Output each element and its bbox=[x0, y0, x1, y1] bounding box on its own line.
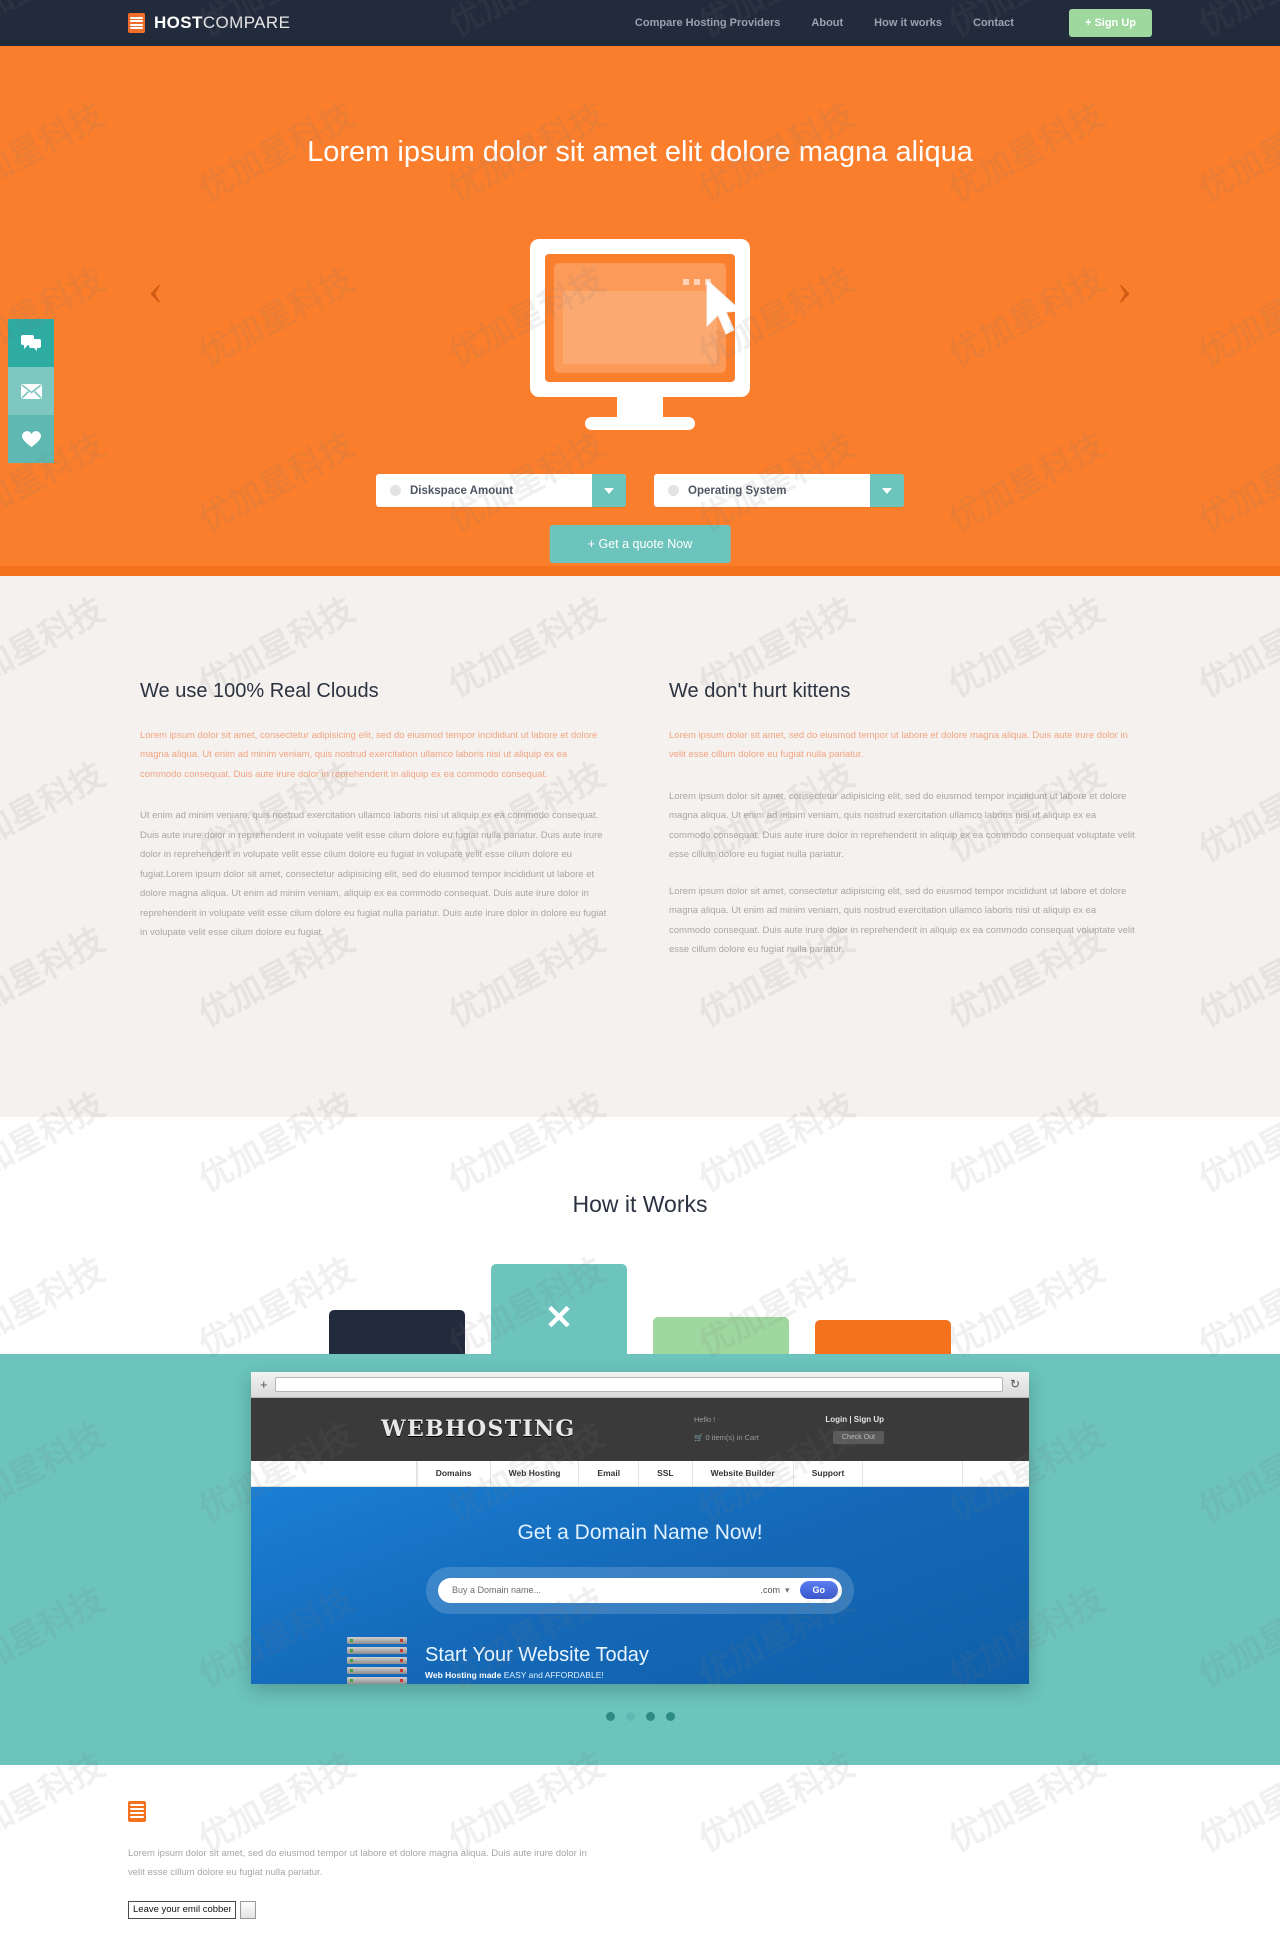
domain-search-go-button[interactable]: Go bbox=[799, 1581, 838, 1600]
screenshot-carousel: + ↻ WEBHOSTING Hello ! Login | Sign Up 🛒… bbox=[0, 1353, 1280, 1765]
browser-chrome-bar: + ↻ bbox=[251, 1371, 1029, 1398]
hero-search-form: Diskspace Amount Operating System bbox=[0, 474, 1280, 507]
diskspace-icon bbox=[390, 485, 401, 496]
webhosting-nav-web-hosting[interactable]: Web Hosting bbox=[491, 1460, 580, 1486]
webhosting-nav: Domains Web Hosting Email SSL Website Bu… bbox=[251, 1460, 1029, 1487]
footer-section: Lorem ipsum dolor sit amet, sed do eiusm… bbox=[0, 1764, 1280, 1959]
nav-item-how-it-works[interactable]: How it works bbox=[874, 17, 942, 29]
feature-column-left: We use 100% Real Clouds Lorem ipsum dolo… bbox=[140, 680, 611, 977]
new-tab-plus-icon[interactable]: + bbox=[260, 1377, 268, 1392]
monitor-illustration bbox=[530, 239, 750, 430]
carousel-next-arrow-icon[interactable]: › bbox=[1117, 266, 1132, 312]
feature-body-left: Ut enim ad minim veniam, quis nostrud ex… bbox=[140, 810, 607, 939]
heart-icon[interactable] bbox=[8, 415, 54, 463]
operating-system-select-label: Operating System bbox=[688, 484, 787, 497]
domain-search-input[interactable]: Buy a Domain name... bbox=[452, 1585, 760, 1595]
newsletter-form bbox=[128, 1900, 1280, 1919]
domain-search-bar[interactable]: Buy a Domain name... .com ▾ Go bbox=[438, 1577, 842, 1603]
features-section: We use 100% Real Clouds Lorem ipsum dolo… bbox=[0, 576, 1280, 1117]
logo-mark-icon bbox=[128, 13, 145, 33]
webhosting-hero-heading: Get a Domain Name Now! bbox=[517, 1520, 763, 1544]
monitor-neck bbox=[617, 397, 663, 417]
diskspace-select[interactable]: Diskspace Amount bbox=[376, 474, 626, 507]
feature-body-right-1: Lorem ipsum dolor sit amet, consectetur … bbox=[669, 790, 1135, 861]
feature-lead-left: Lorem ipsum dolor sit amet, consectetur … bbox=[140, 730, 598, 780]
webhosting-site-header: WEBHOSTING Hello ! Login | Sign Up 🛒 0 i… bbox=[251, 1397, 1029, 1461]
hero-section: Lorem ipsum dolor sit amet elit dolore m… bbox=[0, 46, 1280, 566]
carousel-dots bbox=[0, 1711, 1280, 1721]
webhosting-logo: WEBHOSTING bbox=[381, 1416, 576, 1443]
webhosting-nav-support[interactable]: Support bbox=[794, 1460, 864, 1486]
webhosting-nav-spacer bbox=[317, 1460, 417, 1486]
carousel-dot-4[interactable] bbox=[665, 1711, 675, 1721]
webhosting-hero: Get a Domain Name Now! Buy a Domain name… bbox=[251, 1486, 1029, 1684]
feature-heading-right: We don't hurt kittens bbox=[669, 680, 851, 702]
social-side-rail bbox=[8, 319, 54, 463]
top-navigation-bar: HOSTCOMPARE Compare Hosting Providers Ab… bbox=[0, 0, 1280, 46]
tld-chevron-down-icon[interactable]: ▾ bbox=[785, 1585, 790, 1596]
close-x-icon: ✕ bbox=[544, 1298, 574, 1337]
chat-icon[interactable] bbox=[8, 319, 54, 367]
carousel-dot-3[interactable] bbox=[645, 1711, 655, 1721]
newsletter-email-input[interactable] bbox=[128, 1900, 236, 1919]
nav-item-contact[interactable]: Contact bbox=[973, 17, 1014, 29]
webhosting-hello-text: Hello ! bbox=[694, 1414, 716, 1424]
monitor-window-titlebar bbox=[563, 272, 717, 291]
feature-lead-right: Lorem ipsum dolor sit amet, sed do eiusm… bbox=[669, 730, 1128, 761]
carousel-dot-1[interactable] bbox=[605, 1711, 615, 1721]
main-nav: Compare Hosting Providers About How it w… bbox=[635, 9, 1280, 37]
nav-item-compare-hosting-providers[interactable]: Compare Hosting Providers bbox=[635, 17, 780, 29]
page-root: HOSTCOMPARE Compare Hosting Providers Ab… bbox=[0, 0, 1280, 1959]
tld-select-value[interactable]: .com bbox=[760, 1585, 780, 1595]
logo-text: HOSTCOMPARE bbox=[154, 13, 290, 33]
how-it-works-section: How it Works ✕ bbox=[0, 1116, 1280, 1380]
carousel-dot-2[interactable] bbox=[625, 1711, 635, 1721]
monitor-window-body bbox=[563, 291, 717, 364]
webhosting-nav-website-builder[interactable]: Website Builder bbox=[693, 1460, 794, 1486]
webhosting-account-area: Hello ! Login | Sign Up 🛒 0 item(s) in C… bbox=[694, 1415, 884, 1444]
diskspace-select-label: Diskspace Amount bbox=[410, 484, 514, 497]
get-a-quote-button[interactable]: + Get a quote Now bbox=[549, 525, 731, 563]
webhosting-nav-ssl[interactable]: SSL bbox=[639, 1460, 693, 1486]
webhosting-login-link[interactable]: Login | Sign Up bbox=[825, 1415, 884, 1424]
webhosting-nav-domains[interactable]: Domains bbox=[416, 1460, 491, 1486]
footer-description: Lorem ipsum dolor sit amet, sed do eiusm… bbox=[128, 1847, 587, 1879]
webhosting-promo-sub: Web Hosting made EASY and AFFORDABLE! bbox=[425, 1669, 604, 1680]
operating-system-select[interactable]: Operating System bbox=[654, 474, 904, 507]
logo-light: COMPARE bbox=[202, 13, 291, 32]
monitor-base bbox=[585, 417, 695, 430]
operating-system-chevron-down-icon[interactable] bbox=[870, 474, 904, 507]
feature-heading-left: We use 100% Real Clouds bbox=[140, 680, 379, 702]
site-logo[interactable]: HOSTCOMPARE bbox=[128, 13, 290, 33]
monitor-screen bbox=[530, 239, 750, 397]
webhosting-promo-row: Start Your Website Today Web Hosting mad… bbox=[251, 1614, 1029, 1684]
newsletter-submit-button[interactable] bbox=[240, 1900, 256, 1919]
reload-icon[interactable]: ↻ bbox=[1010, 1377, 1020, 1391]
webhosting-nav-spacer-right bbox=[863, 1460, 964, 1486]
feature-column-right: We don't hurt kittens Lorem ipsum dolor … bbox=[669, 680, 1140, 977]
feature-body-right-2: Lorem ipsum dolor sit amet, consectetur … bbox=[669, 885, 1135, 956]
server-rack-icon bbox=[347, 1636, 407, 1687]
hero-bottom-strip bbox=[0, 566, 1280, 576]
envelope-icon[interactable] bbox=[8, 367, 54, 415]
sign-up-button[interactable]: + Sign Up bbox=[1068, 9, 1152, 37]
logo-bold: HOST bbox=[154, 13, 203, 32]
how-it-works-heading: How it Works bbox=[572, 1190, 708, 1217]
hero-title: Lorem ipsum dolor sit amet elit dolore m… bbox=[307, 136, 973, 168]
footer-logo-icon bbox=[128, 1800, 146, 1822]
webhosting-checkout-button[interactable]: Check Out bbox=[832, 1430, 884, 1444]
carousel-prev-arrow-icon[interactable]: ‹ bbox=[148, 266, 163, 312]
nav-item-about[interactable]: About bbox=[811, 17, 843, 29]
webhosting-nav-email[interactable]: Email bbox=[579, 1460, 640, 1486]
diskspace-chevron-down-icon[interactable] bbox=[592, 474, 626, 507]
domain-search-wrapper: Buy a Domain name... .com ▾ Go bbox=[426, 1566, 854, 1614]
operating-system-icon bbox=[668, 485, 679, 496]
webhosting-cart-text: 🛒 0 item(s) in Cart bbox=[694, 1432, 759, 1442]
browser-mockup: + ↻ WEBHOSTING Hello ! Login | Sign Up 🛒… bbox=[251, 1371, 1029, 1684]
monitor-inner-display bbox=[545, 254, 735, 382]
webhosting-promo-heading: Start Your Website Today bbox=[425, 1643, 649, 1666]
browser-url-input[interactable] bbox=[274, 1376, 1003, 1392]
